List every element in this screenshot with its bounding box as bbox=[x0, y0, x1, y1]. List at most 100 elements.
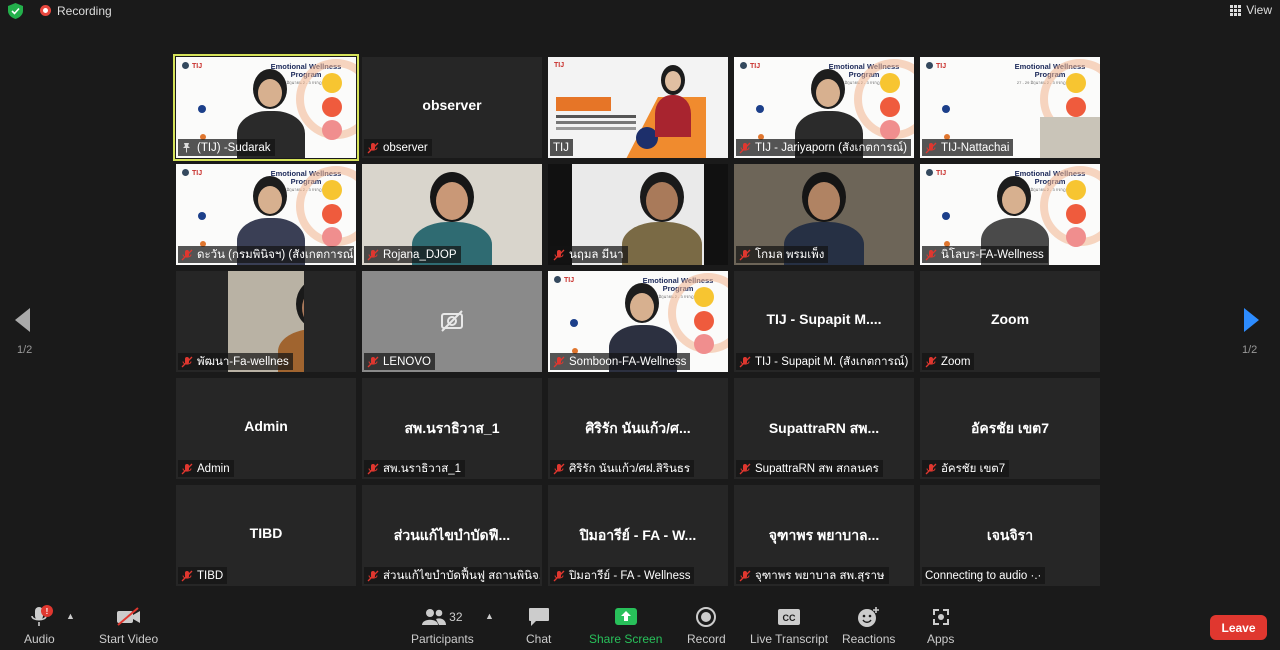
worried-face-icon bbox=[322, 227, 342, 247]
muted-microphone-icon bbox=[181, 463, 193, 475]
previous-page-arrow-icon[interactable] bbox=[15, 308, 30, 332]
happy-face-icon bbox=[694, 287, 714, 307]
happy-face-icon bbox=[1066, 73, 1086, 93]
worried-face-icon bbox=[880, 120, 900, 140]
audio-options-caret-icon[interactable]: ▲ bbox=[66, 611, 75, 621]
page-indicator-left: 1/2 bbox=[17, 344, 33, 356]
view-button[interactable]: View bbox=[1230, 2, 1272, 18]
muted-microphone-icon bbox=[739, 249, 751, 261]
participant-tile[interactable]: อัครชัย เขต7 อัครชัย เขต7 bbox=[920, 378, 1100, 479]
audio-warning-badge: ! bbox=[41, 605, 53, 617]
recording-label: Recording bbox=[57, 3, 112, 18]
participant-tile[interactable]: จุฑาพร พยาบาล... จุฑาพร พยาบาล สพ.สุราษ bbox=[734, 485, 914, 586]
muted-microphone-icon bbox=[739, 463, 751, 475]
participant-display-name: เจนจิรา bbox=[986, 527, 1034, 543]
meeting-toolbar: Audio ▲ Start Video 32 Participants ▲ Ch… bbox=[0, 598, 1280, 650]
closed-caption-icon: CC bbox=[777, 606, 801, 628]
participant-tile[interactable]: TIBD TIBD bbox=[176, 485, 356, 586]
record-icon bbox=[695, 606, 717, 628]
participant-tile[interactable]: สพ.นราธิวาส_1 สพ.นราธิวาส_1 bbox=[362, 378, 542, 479]
participant-display-name: อัครชัย เขต7 bbox=[970, 420, 1050, 436]
participant-name-label: นิโลบร-FA-Wellness bbox=[922, 246, 1048, 263]
chat-button[interactable]: Chat bbox=[526, 606, 551, 646]
tij-logo: TIJ bbox=[182, 62, 202, 70]
muted-microphone-icon bbox=[367, 142, 379, 154]
participant-tile[interactable]: TIJ Emotional Wellness Program 27 - 29 มิถ… bbox=[173, 54, 359, 161]
participant-tile[interactable]: ศิริรัก นันแก้ว/ศ... ศิริรัก นันแก้ว/ศฝ.ส… bbox=[548, 378, 728, 479]
share-screen-label: Share Screen bbox=[589, 632, 663, 646]
participant-display-name: จุฑาพร พยาบาล... bbox=[768, 527, 880, 543]
worried-face-icon bbox=[322, 120, 342, 140]
leave-button[interactable]: Leave bbox=[1210, 615, 1267, 640]
muted-microphone-icon bbox=[739, 142, 751, 154]
audio-label: Audio bbox=[24, 632, 55, 646]
participant-tile[interactable]: โกมล พรมเพ็ง bbox=[734, 164, 914, 265]
participant-tile[interactable]: observer observer bbox=[362, 57, 542, 158]
muted-microphone-icon bbox=[925, 249, 937, 261]
muted-microphone-icon bbox=[553, 356, 565, 368]
participant-display-name: observer bbox=[422, 97, 482, 113]
happy-face-icon bbox=[322, 180, 342, 200]
sad-face-icon bbox=[1066, 204, 1086, 224]
participant-name-label: TIJ bbox=[550, 139, 573, 156]
participant-tile[interactable]: TIJ - Supapit M.... TIJ - Supapit M. (สัง… bbox=[734, 271, 914, 372]
participant-tile[interactable]: พัฒนา-Fa-wellnes bbox=[176, 271, 356, 372]
share-screen-button[interactable]: Share Screen bbox=[589, 606, 662, 646]
participant-tile[interactable]: Rojana_DJOP bbox=[362, 164, 542, 265]
participant-tile[interactable]: ส่วนแก้ไขบำบัดฟื... ส่วนแก้ไขบำบัดฟื้นฟู … bbox=[362, 485, 542, 586]
participant-tile[interactable]: TIJ Emotional Wellness Program 27 - 29 มิถ… bbox=[920, 57, 1100, 158]
recording-indicator[interactable]: Recording bbox=[40, 3, 112, 18]
participant-display-name: ส่วนแก้ไขบำบัดฟื... bbox=[393, 527, 511, 543]
participant-tile[interactable]: เจนจิรา Connecting to audio ·.· bbox=[920, 485, 1100, 586]
participant-tile[interactable]: TIJ TIJ bbox=[548, 57, 728, 158]
participant-name-label: นฤมล มีนา bbox=[550, 246, 628, 263]
participant-tile[interactable]: LENOVO bbox=[362, 271, 542, 372]
muted-microphone-icon bbox=[553, 570, 565, 582]
muted-microphone-icon bbox=[925, 356, 937, 368]
participant-tile[interactable]: ปิมอารีย์ - FA - W... ปิมอารีย์ - FA - We… bbox=[548, 485, 728, 586]
muted-microphone-icon bbox=[925, 142, 937, 154]
participants-button[interactable]: 32 Participants bbox=[411, 606, 474, 646]
muted-microphone-icon bbox=[553, 463, 565, 475]
sad-face-icon bbox=[880, 97, 900, 117]
pin-icon bbox=[181, 142, 192, 153]
tij-logo: TIJ bbox=[182, 169, 202, 177]
shield-icon[interactable] bbox=[8, 3, 23, 19]
sad-face-icon bbox=[322, 204, 342, 224]
promo-banner: TIJ bbox=[548, 57, 728, 158]
record-label: Record bbox=[687, 632, 726, 646]
reactions-smiley-icon bbox=[857, 606, 881, 628]
apps-button[interactable]: Apps bbox=[927, 606, 954, 646]
happy-face-icon bbox=[1066, 180, 1086, 200]
tij-logo: TIJ bbox=[740, 62, 760, 70]
participant-name-label: สพ.นราธิวาส_1 bbox=[364, 460, 466, 477]
muted-microphone-icon bbox=[739, 356, 751, 368]
participant-name-label: TIJ - Supapit M. (สังเกตการณ์) bbox=[736, 353, 912, 370]
participant-display-name: Admin bbox=[244, 418, 288, 434]
reactions-button[interactable]: Reactions bbox=[842, 606, 895, 646]
participant-tile[interactable]: TIJ Emotional Wellness Program 27 - 29 มิถ… bbox=[548, 271, 728, 372]
tij-logo: TIJ bbox=[926, 169, 946, 177]
participant-tile[interactable]: TIJ Emotional Wellness Program 27 - 29 มิถ… bbox=[176, 164, 356, 265]
start-video-button[interactable]: Start Video bbox=[99, 606, 158, 646]
muted-microphone-icon bbox=[181, 570, 193, 582]
live-transcript-button[interactable]: CC Live Transcript bbox=[750, 606, 828, 646]
muted-microphone-icon bbox=[367, 570, 379, 582]
participant-tile[interactable]: SupattraRN สพ... SupattraRN สพ สกลนคร bbox=[734, 378, 914, 479]
participant-tile[interactable]: Zoom Zoom bbox=[920, 271, 1100, 372]
participant-name-label: ส่วนแก้ไขบำบัดฟื้นฟู สถานพินิจ... bbox=[364, 567, 540, 584]
next-page-arrow-icon[interactable] bbox=[1244, 308, 1259, 332]
muted-microphone-icon bbox=[367, 463, 379, 475]
record-button[interactable]: Record bbox=[687, 606, 726, 646]
participant-tile[interactable]: TIJ Emotional Wellness Program 27 - 29 มิถ… bbox=[734, 57, 914, 158]
live-transcript-label: Live Transcript bbox=[750, 632, 829, 646]
participant-tile[interactable]: TIJ Emotional Wellness Program 27 - 29 มิถ… bbox=[920, 164, 1100, 265]
participant-name-label: ดะวัน (กรมพินิจฯ) (สังเกตการณ์) bbox=[178, 246, 354, 263]
participant-name-label: พัฒนา-Fa-wellnes bbox=[178, 353, 293, 370]
participant-name-label: Rojana_DJOP bbox=[364, 246, 461, 263]
participant-tile[interactable]: Admin Admin bbox=[176, 378, 356, 479]
participants-options-caret-icon[interactable]: ▲ bbox=[485, 611, 494, 621]
participant-name-label: (TIJ) -Sudarak bbox=[178, 139, 275, 156]
participant-tile[interactable]: นฤมล มีนา bbox=[548, 164, 728, 265]
participant-display-name: TIJ - Supapit M.... bbox=[766, 311, 882, 327]
